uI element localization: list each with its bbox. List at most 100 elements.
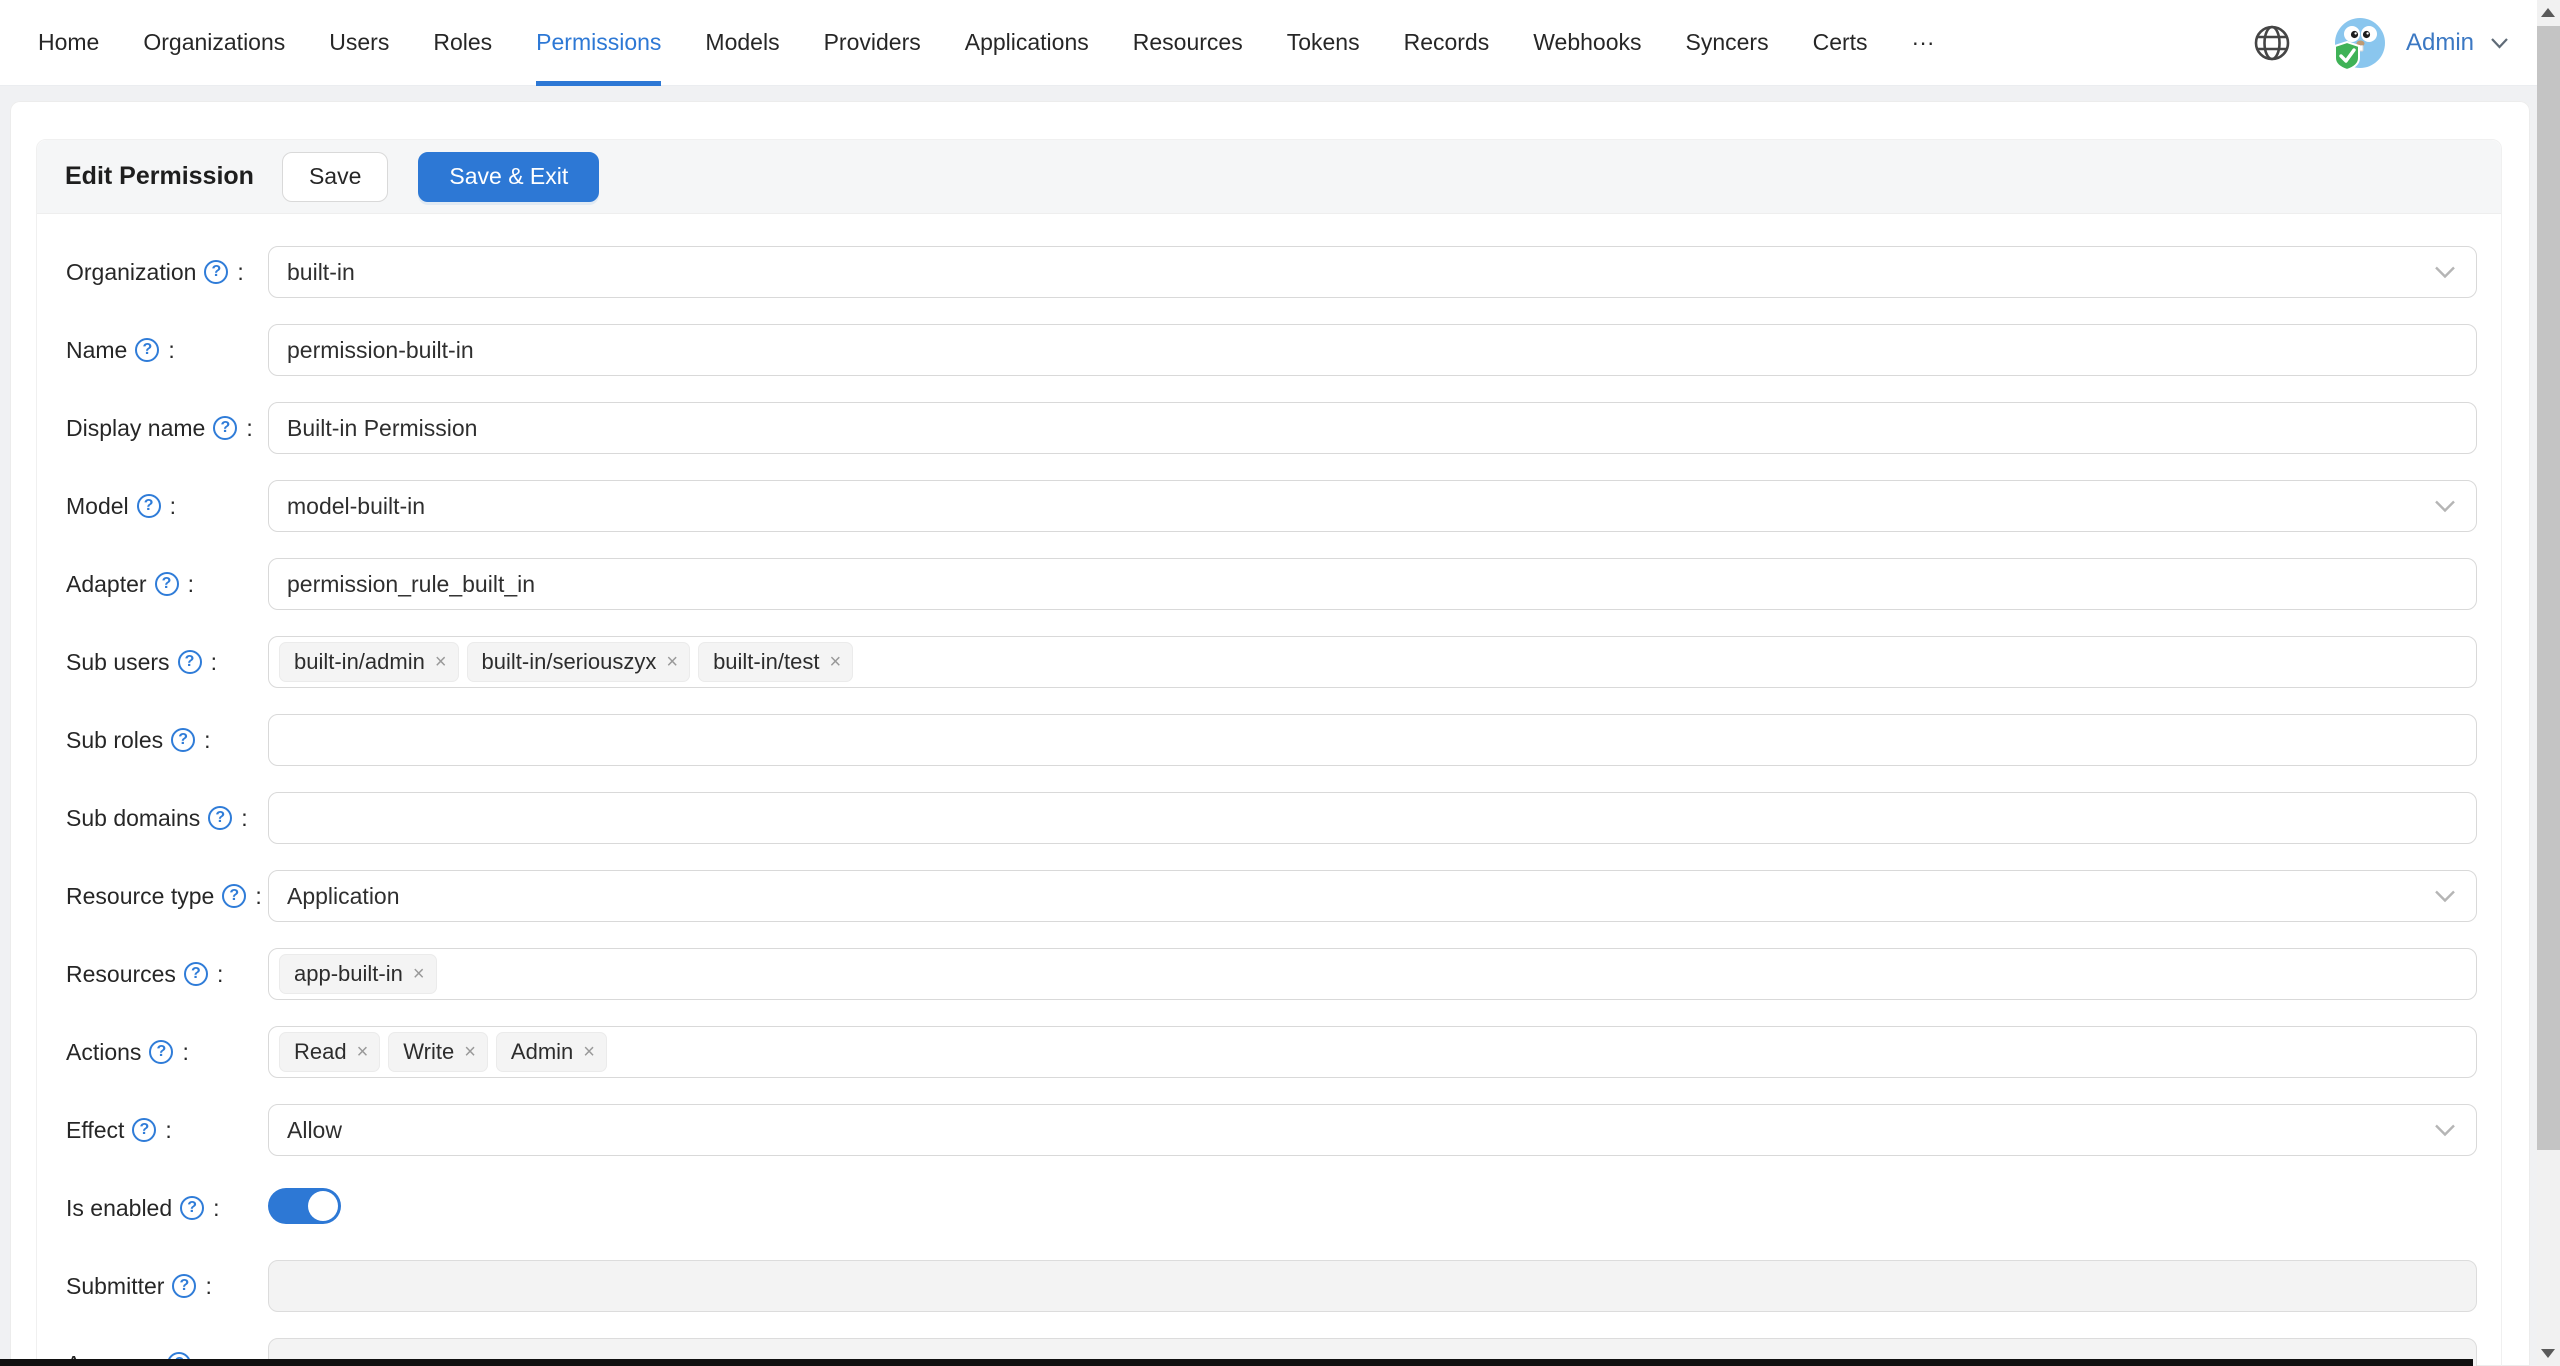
user-menu-chevron-down-icon[interactable] [2490, 37, 2509, 49]
is-enabled-switch[interactable] [268, 1188, 341, 1224]
label-colon: : [205, 1273, 211, 1300]
tag-remove-icon[interactable]: × [583, 1042, 595, 1062]
help-circle-icon[interactable]: ? [222, 884, 246, 908]
help-circle-icon[interactable]: ? [149, 1040, 173, 1064]
tag-remove-icon[interactable]: × [435, 652, 447, 672]
page-title: Edit Permission [65, 162, 254, 191]
form-row-submitter: Submitter?: [66, 1260, 2477, 1312]
tag-admin: Admin× [496, 1032, 607, 1072]
field-control-name [268, 324, 2477, 376]
label-text: Display name [66, 415, 205, 442]
name-input[interactable] [287, 337, 2458, 364]
field-label-effect: Effect?: [66, 1117, 268, 1144]
tag-remove-icon[interactable]: × [413, 964, 425, 984]
help-circle-icon[interactable]: ? [180, 1196, 204, 1220]
organization-select[interactable]: built-in [268, 246, 2477, 298]
field-label-sub-roles: Sub roles?: [66, 727, 268, 754]
form-row-effect: Effect?: Allow [66, 1104, 2477, 1156]
label-text: Resource type [66, 883, 214, 910]
resources-multiselect[interactable]: app-built-in× [268, 948, 2477, 1000]
tag-remove-icon[interactable]: × [829, 652, 841, 672]
form-row-resources: Resources?:app-built-in× [66, 948, 2477, 1000]
help-circle-icon[interactable]: ? [155, 572, 179, 596]
help-circle-icon[interactable]: ? [208, 806, 232, 830]
field-control-actions: Read×Write×Admin× [268, 1026, 2477, 1078]
tag-remove-icon[interactable]: × [464, 1042, 476, 1062]
help-circle-icon[interactable]: ? [204, 260, 228, 284]
top-navigation: HomeOrganizationsUsersRolesPermissionsMo… [0, 0, 2537, 86]
nav-item-tokens[interactable]: Tokens [1265, 0, 1382, 85]
nav-item-webhooks[interactable]: Webhooks [1511, 0, 1663, 85]
actions-multiselect[interactable]: Read×Write×Admin× [268, 1026, 2477, 1078]
display-name-input[interactable] [287, 415, 2458, 442]
sub-domains-multiselect[interactable] [268, 792, 2477, 844]
form-row-is-enabled: Is enabled?: [66, 1182, 2477, 1234]
resource-type-select[interactable]: Application [268, 870, 2477, 922]
field-label-name: Name?: [66, 337, 268, 364]
field-control-effect: Allow [268, 1104, 2477, 1156]
permission-form: Organization?:built-in Name?: Display name… [37, 214, 2501, 1366]
help-circle-icon[interactable]: ? [135, 338, 159, 362]
field-control-display-name [268, 402, 2477, 454]
save-button[interactable]: Save [282, 152, 388, 202]
adapter-input[interactable] [287, 571, 2458, 598]
label-colon: : [165, 1117, 171, 1144]
tag-remove-icon[interactable]: × [666, 652, 678, 672]
nav-item-permissions[interactable]: Permissions [514, 0, 683, 85]
sub-users-multiselect[interactable]: built-in/admin×built-in/seriouszyx×built… [268, 636, 2477, 688]
form-row-organization: Organization?:built-in [66, 246, 2477, 298]
model-select[interactable]: model-built-in [268, 480, 2477, 532]
form-row-sub-roles: Sub roles?: [66, 714, 2477, 766]
help-circle-icon[interactable]: ? [184, 962, 208, 986]
nav-item-more[interactable]: ··· [1890, 0, 1957, 85]
field-control-adapter [268, 558, 2477, 610]
help-circle-icon[interactable]: ? [137, 494, 161, 518]
field-control-is-enabled [268, 1188, 2477, 1229]
selected-value: Allow [287, 1117, 342, 1144]
nav-item-records[interactable]: Records [1382, 0, 1512, 85]
language-globe-icon[interactable] [2252, 23, 2292, 63]
scrollbar-thumb[interactable] [2537, 26, 2560, 1150]
nav-item-applications[interactable]: Applications [943, 0, 1111, 85]
current-user-name[interactable]: Admin [2406, 29, 2474, 57]
help-circle-icon[interactable]: ? [171, 728, 195, 752]
nav-item-users[interactable]: Users [307, 0, 411, 85]
nav-item-syncers[interactable]: Syncers [1664, 0, 1791, 85]
selected-value: Application [287, 883, 400, 910]
help-circle-icon[interactable]: ? [213, 416, 237, 440]
form-row-display-name: Display name?: [66, 402, 2477, 454]
user-avatar[interactable] [2330, 15, 2386, 71]
label-colon: : [217, 961, 223, 988]
nav-item-home[interactable]: Home [16, 0, 121, 85]
form-row-model: Model?:model-built-in [66, 480, 2477, 532]
tag-remove-icon[interactable]: × [357, 1042, 369, 1062]
tag-label: built-in/seriouszyx [482, 649, 657, 675]
nav-item-roles[interactable]: Roles [411, 0, 514, 85]
form-row-sub-domains: Sub domains?: [66, 792, 2477, 844]
help-circle-icon[interactable]: ? [172, 1274, 196, 1298]
nav-item-certs[interactable]: Certs [1791, 0, 1890, 85]
field-control-organization: built-in [268, 246, 2477, 298]
card-header: Edit Permission Save Save & Exit [37, 140, 2501, 214]
label-colon: : [255, 883, 261, 910]
save-and-exit-button[interactable]: Save & Exit [418, 152, 599, 202]
field-label-adapter: Adapter?: [66, 571, 268, 598]
nav-item-resources[interactable]: Resources [1111, 0, 1265, 85]
scrollbar-up-arrow-icon[interactable] [2541, 8, 2555, 17]
help-circle-icon[interactable]: ? [132, 1118, 156, 1142]
nav-item-organizations[interactable]: Organizations [121, 0, 307, 85]
tag-label: built-in/test [713, 649, 819, 675]
nav-item-providers[interactable]: Providers [802, 0, 943, 85]
nav-item-models[interactable]: Models [683, 0, 801, 85]
effect-select[interactable]: Allow [268, 1104, 2477, 1156]
label-colon: : [241, 805, 247, 832]
vertical-scrollbar[interactable] [2537, 0, 2560, 1366]
label-text: Sub users [66, 649, 170, 676]
scrollbar-down-arrow-icon[interactable] [2541, 1349, 2555, 1358]
sub-roles-multiselect[interactable] [268, 714, 2477, 766]
field-control-resources: app-built-in× [268, 948, 2477, 1000]
content-panel: Edit Permission Save Save & Exit Organiz… [10, 101, 2530, 1366]
form-row-actions: Actions?:Read×Write×Admin× [66, 1026, 2477, 1078]
help-circle-icon[interactable]: ? [178, 650, 202, 674]
label-colon: : [168, 337, 174, 364]
